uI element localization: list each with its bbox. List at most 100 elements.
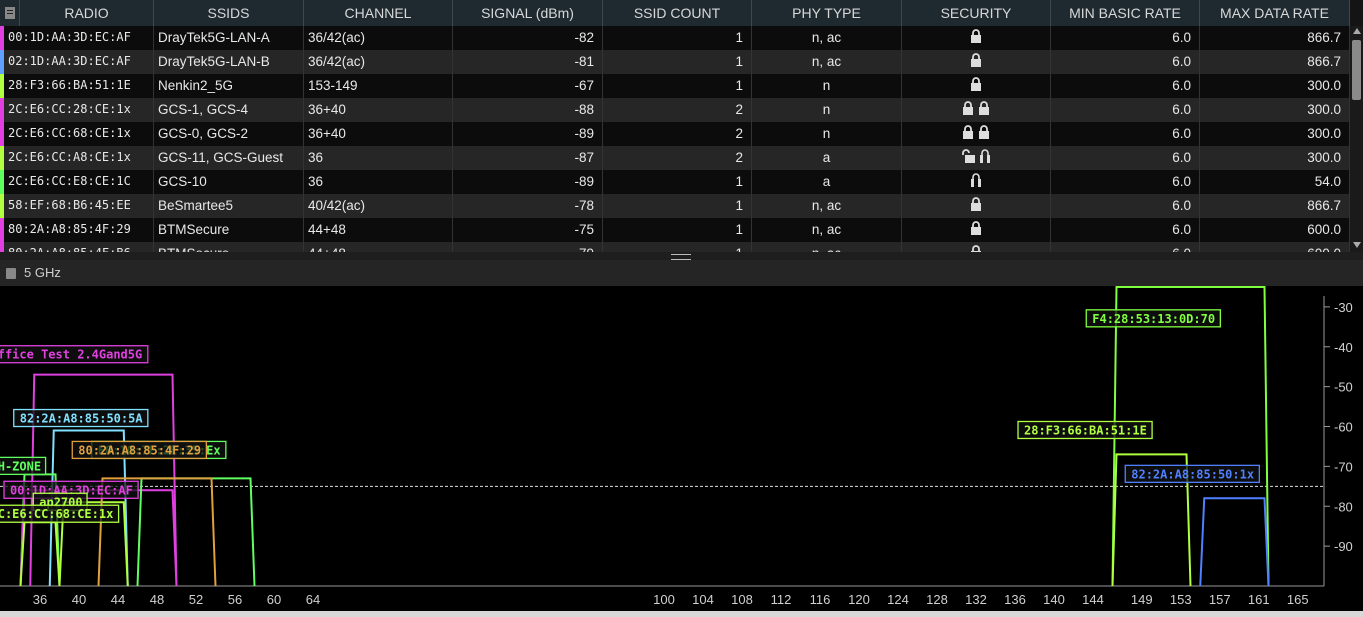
x-tick-label: 60	[267, 592, 281, 607]
cell-radio: 80:2A:A8:85:4F:29	[4, 218, 154, 242]
chart-menu-icon[interactable]	[6, 268, 16, 279]
network-label[interactable]: 82:2A:A8:85:50:5A	[13, 408, 149, 428]
network-label[interactable]: 80:2A:A8:85:4F:29	[71, 440, 208, 460]
chart-horizontal-scrollbar[interactable]	[0, 611, 1363, 617]
svg-text:2C:E6:CC:68:CE:1x: 2C:E6:CC:68:CE:1x	[0, 507, 113, 521]
network-channel-mark[interactable]	[19, 521, 61, 587]
cell-ssid-count: 2	[603, 122, 752, 146]
network-label[interactable]: WH-ZONE	[0, 456, 47, 476]
networks-table: RADIO SSIDS CHANNEL SIGNAL (dBm) SSID CO…	[0, 0, 1363, 252]
table-row[interactable]: 2C:E6:CC:A8:CE:1x GCS-11, GCS-Guest 36 -87 2…	[0, 146, 1350, 170]
cell-radio: 80:2A:A8:85:4F:B6	[4, 242, 154, 252]
lock-icon	[978, 123, 990, 146]
x-tick-label: 36	[33, 592, 47, 607]
table-row[interactable]: 2C:E6:CC:28:CE:1x GCS-1, GCS-4 36+40 -88 2 n 6…	[0, 98, 1350, 122]
column-header-radio[interactable]: RADIO	[20, 0, 154, 26]
x-tick-label: 104	[692, 592, 714, 607]
column-header-phy-type[interactable]: PHY TYPE	[752, 0, 902, 26]
cell-signal: -88	[453, 98, 603, 122]
column-header-security[interactable]: SECURITY	[902, 0, 1051, 26]
cell-ssids: BeSmartee5	[154, 194, 304, 218]
x-tick-label: 124	[887, 592, 909, 607]
network-label[interactable]: Office Test 2.4Gand5G	[0, 345, 149, 364]
network-channel-mark[interactable]	[136, 477, 256, 587]
column-header-channel[interactable]: CHANNEL	[304, 0, 453, 26]
x-tick-label: 44	[111, 592, 125, 607]
table-vertical-scrollbar[interactable]	[1350, 26, 1363, 252]
table-row[interactable]: 00:1D:AA:3D:EC:AF DrayTek5G-LAN-A 36/42(ac…	[0, 26, 1350, 50]
cell-ssid-count: 1	[603, 170, 752, 194]
cell-phy-type: n, ac	[752, 50, 902, 74]
cell-ssids: GCS-1, GCS-4	[154, 98, 304, 122]
network-channel-mark[interactable]	[1199, 497, 1270, 587]
cell-signal: -78	[453, 194, 603, 218]
table-row[interactable]: 28:F3:66:BA:51:1E Nenkin2_5G 153-149 -67 1 n 6…	[0, 74, 1350, 98]
y-tick-label: -60	[1334, 420, 1353, 435]
unlock-icon	[961, 147, 975, 170]
svg-text:F4:28:53:13:0D:70: F4:28:53:13:0D:70	[1092, 312, 1215, 326]
column-header-min-basic-rate[interactable]: MIN BASIC RATE	[1051, 0, 1200, 26]
chart-canvas: -30 -40 -50 -60 -70 -80 -90 36 40 44 48 52 56 60 64 100…	[0, 285, 1353, 607]
table-row[interactable]: 2C:E6:CC:E8:CE:1C GCS-10 36 -89 1 a 6.0 54.0	[0, 170, 1350, 194]
column-picker-icon[interactable]	[0, 0, 20, 26]
x-tick-label: 64	[306, 592, 320, 607]
network-label[interactable]: 28:F3:66:BA:51:1E	[1017, 420, 1153, 440]
cell-channel: 36/42(ac)	[304, 26, 453, 50]
cell-security	[902, 242, 1051, 252]
lock-icon	[970, 219, 982, 242]
cell-channel: 36+40	[304, 98, 453, 122]
cell-ssid-count: 1	[603, 242, 752, 252]
cell-signal: -75	[453, 218, 603, 242]
cell-max-data-rate: 600.0	[1200, 218, 1350, 242]
cell-ssid-count: 2	[603, 98, 752, 122]
cell-min-basic-rate: 6.0	[1051, 194, 1200, 218]
lock-icon	[970, 51, 982, 74]
cell-security	[902, 50, 1051, 74]
cell-channel: 153-149	[304, 74, 453, 98]
svg-text:82:2A:A8:85:50:5A: 82:2A:A8:85:50:5A	[20, 412, 144, 426]
panel-splitter[interactable]	[0, 252, 1363, 260]
column-header-ssids[interactable]: SSIDS	[154, 0, 304, 26]
column-header-ssid-count[interactable]: SSID COUNT	[603, 0, 752, 26]
table-row[interactable]: 58:EF:68:B6:45:EE BeSmartee5 40/42(ac) -78 1…	[0, 194, 1350, 218]
svg-text:82:2A:A8:85:50:1x: 82:2A:A8:85:50:1x	[1131, 467, 1254, 481]
scroll-down-icon[interactable]	[1353, 242, 1361, 248]
column-header-max-data-rate[interactable]: MAX DATA RATE	[1200, 0, 1350, 26]
cell-security	[902, 170, 1051, 194]
cell-phy-type: a	[752, 146, 902, 170]
channel-spectrum-chart: -30 -40 -50 -60 -70 -80 -90 36 40 44 48 52 56 60 64 100…	[0, 285, 1363, 617]
chart-title: 5 GHz	[24, 265, 61, 280]
table-row[interactable]: 02:1D:AA:3D:EC:AF DrayTek5G-LAN-B 36/42(ac…	[0, 50, 1350, 74]
network-label[interactable]: 2C:E6:CC:68:CE:1x	[0, 504, 120, 523]
cell-signal: -82	[453, 26, 603, 50]
table-row[interactable]: 80:2A:A8:85:4F:B6BTMSecure44+48-791n, ac…	[0, 242, 1350, 252]
lock-icon	[962, 99, 974, 122]
x-tick-label: 120	[848, 592, 870, 607]
cell-ssids: GCS-0, GCS-2	[154, 122, 304, 146]
cell-channel: 36+40	[304, 122, 453, 146]
network-label[interactable]: F4:28:53:13:0D:70	[1085, 309, 1222, 328]
scrollbar-thumb[interactable]	[1352, 40, 1361, 100]
y-tick-label: -90	[1334, 539, 1353, 554]
cell-channel: 44+48	[304, 242, 453, 252]
column-header-signal[interactable]: SIGNAL (dBm)	[453, 0, 603, 26]
scroll-up-icon[interactable]	[1353, 28, 1361, 34]
cell-max-data-rate: 866.7	[1200, 50, 1350, 74]
cell-phy-type: n, ac	[752, 26, 902, 50]
network-label[interactable]: 82:2A:A8:85:50:1x	[1124, 464, 1261, 484]
table-row[interactable]: 80:2A:A8:85:4F:29 BTMSecure 44+48 -75 1 n, ac…	[0, 218, 1350, 242]
svg-text:WH-ZONE: WH-ZONE	[0, 459, 41, 473]
cell-ssid-count: 1	[603, 218, 752, 242]
cell-signal: -81	[453, 50, 603, 74]
cell-min-basic-rate: 6.0	[1051, 218, 1200, 242]
x-tick-label: 153	[1170, 592, 1192, 607]
table-row[interactable]: 2C:E6:CC:68:CE:1x GCS-0, GCS-2 36+40 -89 2 n 6…	[0, 122, 1350, 146]
cell-channel: 36	[304, 170, 453, 194]
cell-radio: 2C:E6:CC:A8:CE:1x	[4, 146, 154, 170]
cell-radio: 58:EF:68:B6:45:EE	[4, 194, 154, 218]
cell-signal: -79	[453, 242, 603, 252]
cell-radio: 2C:E6:CC:68:CE:1x	[4, 122, 154, 146]
cell-security	[902, 122, 1051, 146]
cell-min-basic-rate: 6.0	[1051, 98, 1200, 122]
cell-max-data-rate: 866.7	[1200, 26, 1350, 50]
